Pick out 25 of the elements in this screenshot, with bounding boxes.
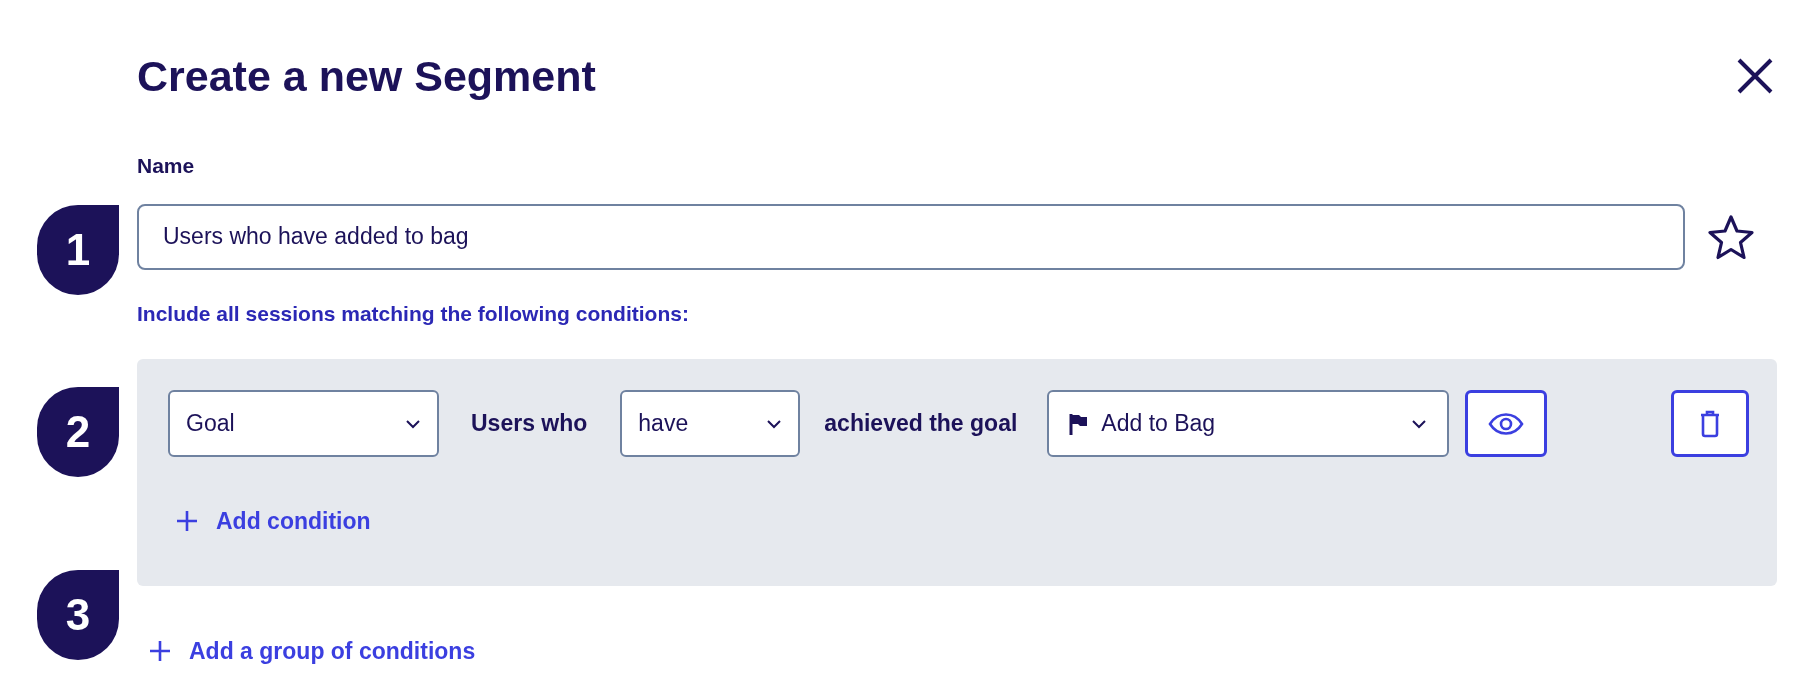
operator-dropdown[interactable]: have <box>620 390 801 457</box>
chevron-icon <box>405 418 421 429</box>
condition-text: achieved the goal <box>824 409 1018 439</box>
name-field[interactable]: Users who have added to bag <box>137 203 1685 270</box>
plus-icon <box>176 510 198 533</box>
step-badge: 1 <box>37 205 119 295</box>
add-condition-link[interactable]: Add condition <box>176 504 371 539</box>
trash-icon <box>1699 409 1721 438</box>
flag-target-dropdown[interactable]: Add to Bag <box>1047 390 1450 457</box>
chevron-icon <box>1411 418 1428 429</box>
step-badge: 3 <box>37 570 119 660</box>
page-title: Create a new Segment <box>137 54 596 98</box>
preview-button[interactable] <box>1465 390 1548 457</box>
add-group-link[interactable]: Add a group of conditions <box>149 634 476 669</box>
condition-text: Users who <box>471 409 588 439</box>
plus-icon <box>149 640 171 663</box>
instructions-text: Include all sessions matching the following conditions: <box>137 300 690 327</box>
delete-button[interactable] <box>1671 390 1749 457</box>
chevron-icon <box>766 418 783 429</box>
type-dropdown[interactable]: Goal <box>168 390 439 457</box>
flag-icon <box>1069 412 1090 435</box>
step-badge: 2 <box>37 387 119 477</box>
star-icon[interactable] <box>1707 213 1755 260</box>
eye-icon <box>1488 412 1525 435</box>
field-label: Name <box>137 153 196 179</box>
